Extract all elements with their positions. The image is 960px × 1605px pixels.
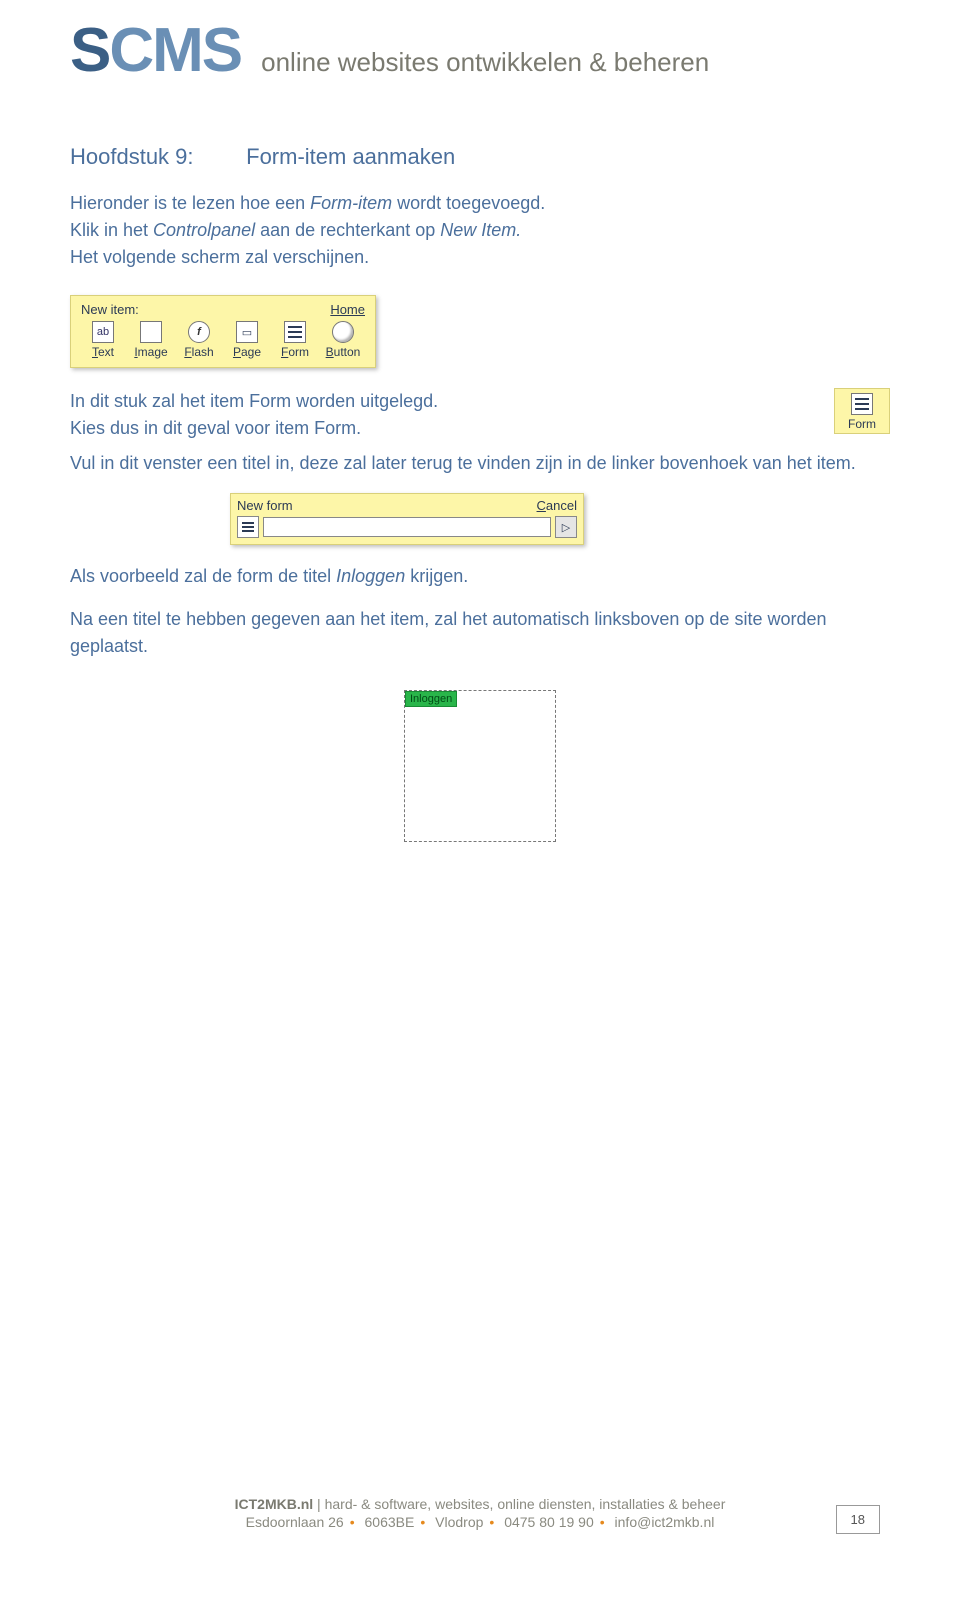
button-icon (332, 321, 354, 343)
logo: SCMS (70, 20, 241, 82)
tagline: online websites ontwikkelen & beheren (261, 47, 709, 84)
submit-button[interactable]: ▷ (555, 516, 577, 538)
item-text[interactable]: ab Text (81, 321, 125, 359)
footer-brand: ICT2MKB.nl (235, 1496, 314, 1512)
new-item-title: New item: (81, 302, 139, 317)
page-number: 18 (836, 1505, 880, 1534)
item-flash[interactable]: f Flash (177, 321, 221, 359)
logo-rest: CMS (109, 16, 241, 85)
form-icon (284, 321, 306, 343)
new-item-items: ab Text Image f Flash ▭ Page Form (81, 321, 365, 359)
form-explain-paragraph: In dit stuk zal het item Form worden uit… (70, 388, 438, 442)
cancel-link[interactable]: Cancel (537, 498, 577, 513)
flash-icon: f (188, 321, 210, 343)
item-page[interactable]: ▭ Page (225, 321, 269, 359)
page-header: SCMS online websites ontwikkelen & beher… (70, 20, 890, 84)
new-item-panel: New item: Home ab Text Image f Flash ▭ P… (70, 295, 376, 368)
item-form[interactable]: Form (273, 321, 317, 359)
footer-line1: | hard- & software, websites, online die… (313, 1496, 725, 1512)
placement-figure: Inloggen (70, 690, 890, 847)
item-image[interactable]: Image (129, 321, 173, 359)
item-tag[interactable]: Inloggen (405, 691, 457, 707)
example-title-paragraph: Als voorbeeld zal de form de titel Inlog… (70, 563, 890, 590)
page-footer: ICT2MKB.nl | hard- & software, websites,… (0, 1496, 960, 1530)
auto-place-paragraph: Na een titel te hebben gegeven aan het i… (70, 606, 890, 660)
image-icon (140, 321, 162, 343)
home-link[interactable]: Home (330, 302, 365, 317)
form-icon (851, 393, 873, 415)
new-form-title: New form (237, 498, 293, 513)
text-icon: ab (92, 321, 114, 343)
logo-letter-s: S (70, 16, 109, 85)
chapter-label: Hoofdstuk 9: (70, 144, 240, 170)
chapter-heading: Hoofdstuk 9: Form-item aanmaken (70, 144, 890, 170)
new-form-bar: New form Cancel ▷ (230, 493, 584, 545)
chapter-title: Form-item aanmaken (246, 144, 455, 169)
form-icon-box[interactable]: Form (834, 388, 890, 434)
dashed-placeholder: Inloggen (404, 690, 556, 842)
title-instruction-paragraph: Vul in dit venster een titel in, deze za… (70, 450, 890, 477)
form-icon (237, 516, 259, 538)
form-title-input[interactable] (263, 517, 551, 537)
intro-paragraph: Hieronder is te lezen hoe een Form-item … (70, 190, 890, 271)
item-button[interactable]: Button (321, 321, 365, 359)
page-icon: ▭ (236, 321, 258, 343)
form-icon-label: Form (837, 417, 887, 431)
